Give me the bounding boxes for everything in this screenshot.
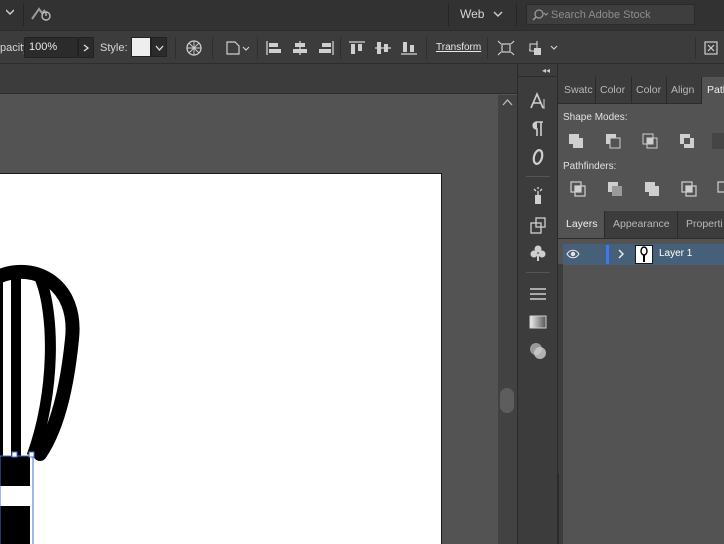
- divider: [426, 37, 427, 59]
- document-tab-bar: [0, 64, 517, 94]
- opentype-icon[interactable]: [528, 147, 548, 167]
- right-panels: Swatc Color Color Align Path Shape Modes…: [558, 64, 724, 544]
- style-dropdown-button[interactable]: [151, 37, 167, 57]
- tab-align[interactable]: Align: [671, 77, 694, 104]
- workspace-switcher[interactable]: Web: [460, 7, 484, 21]
- artboard[interactable]: [0, 173, 442, 544]
- chevron-down-icon: [155, 45, 164, 51]
- align-vertical-center-icon[interactable]: [374, 40, 392, 56]
- layer-row[interactable]: Layer 1: [563, 244, 724, 265]
- align-top-icon[interactable]: [348, 40, 366, 56]
- divider: [631, 77, 632, 104]
- tab-color-guide[interactable]: Color: [636, 77, 661, 104]
- adobe-stock-search-input[interactable]: Search Adobe Stock: [526, 4, 695, 25]
- scroll-up-icon[interactable]: [502, 99, 513, 107]
- minus-front-icon[interactable]: [605, 133, 621, 149]
- chevron-down-icon[interactable]: [6, 8, 14, 16]
- tab-color[interactable]: Color: [600, 77, 625, 104]
- divider: [23, 4, 24, 26]
- divider: [257, 37, 258, 59]
- tab-pathfinder[interactable]: Path: [702, 77, 724, 104]
- control-bar: pacity: 100% Style: Transform: [0, 30, 724, 64]
- search-placeholder: Search Adobe Stock: [551, 9, 651, 21]
- divider: [487, 37, 488, 59]
- character-icon[interactable]: [528, 91, 548, 111]
- layer-color-indicator: [606, 245, 609, 264]
- divider: [340, 37, 341, 59]
- expand-button-icon[interactable]: [710, 133, 724, 149]
- stroke-lines-icon[interactable]: [528, 284, 548, 304]
- canvas[interactable]: [0, 95, 498, 544]
- intersect-icon[interactable]: [642, 133, 658, 149]
- recolor-artwork-icon[interactable]: [185, 40, 203, 56]
- layer-name[interactable]: Layer 1: [659, 248, 692, 259]
- tab-swatches[interactable]: Swatc: [564, 77, 593, 104]
- divider: [677, 211, 678, 238]
- panel-edge-line: [558, 474, 559, 544]
- paragraph-icon[interactable]: [528, 119, 548, 139]
- whisk-artwork[interactable]: [0, 174, 442, 544]
- tab-properties[interactable]: Properti: [686, 211, 723, 238]
- tab-layers[interactable]: Layers: [558, 211, 604, 238]
- application-bar: Web Search Adobe Stock: [0, 0, 724, 30]
- panel-icon-dock: ◂◂: [517, 64, 559, 544]
- puppet-warp-icon[interactable]: [527, 40, 561, 56]
- align-horizontal-center-icon[interactable]: [291, 40, 309, 56]
- divider: [526, 272, 550, 273]
- more-options-icon[interactable]: [703, 40, 721, 56]
- divide-icon[interactable]: [570, 181, 586, 197]
- whisk-thumbnail-icon: [640, 246, 648, 262]
- merge-icon[interactable]: [644, 181, 660, 197]
- collapse-dock-icon[interactable]: ◂◂: [542, 66, 550, 75]
- divider: [448, 4, 449, 26]
- transform-icon[interactable]: [528, 215, 548, 235]
- unite-icon[interactable]: [568, 133, 584, 149]
- divider: [175, 37, 176, 59]
- scrollbar-thumb[interactable]: [500, 388, 514, 413]
- crop-icon[interactable]: [681, 181, 697, 197]
- panel-dock-header: [558, 64, 724, 77]
- isolate-icon[interactable]: [497, 40, 515, 56]
- style-label: Style:: [100, 42, 128, 54]
- visibility-eye-icon[interactable]: [566, 248, 580, 260]
- symbols-sprayer-icon[interactable]: [528, 186, 548, 206]
- tab-appearance[interactable]: Appearance: [613, 211, 670, 238]
- search-icon: [532, 9, 549, 21]
- vertical-scrollbar[interactable]: [498, 95, 517, 544]
- chevron-right-icon[interactable]: [617, 249, 625, 259]
- opacity-input[interactable]: 100%: [24, 37, 78, 58]
- divider: [212, 37, 213, 59]
- chevron-right-icon: [83, 44, 89, 52]
- transparency-icon[interactable]: [528, 341, 548, 361]
- layer-thumbnail: [635, 245, 653, 264]
- transform-link[interactable]: Transform: [436, 42, 481, 53]
- gradient-icon[interactable]: [528, 312, 548, 332]
- shape-modes-label: Shape Modes:: [563, 112, 628, 123]
- pathfinder-panel-tabs: Swatc Color Color Align Path: [558, 77, 724, 104]
- transform-shape-icon[interactable]: [225, 40, 251, 56]
- opacity-dropdown-button[interactable]: [78, 37, 94, 58]
- chevron-down-icon[interactable]: [493, 10, 503, 18]
- align-bottom-icon[interactable]: [400, 40, 418, 56]
- outline-icon[interactable]: [716, 181, 724, 197]
- divider: [518, 76, 559, 77]
- layers-panel-tabs: Layers Appearance Properti: [558, 211, 724, 239]
- divider: [666, 77, 667, 104]
- align-right-icon[interactable]: [317, 40, 335, 56]
- exclude-icon[interactable]: [679, 133, 695, 149]
- divider: [695, 37, 696, 59]
- trim-icon[interactable]: [607, 181, 623, 197]
- divider: [526, 176, 550, 177]
- gpu-performance-icon[interactable]: [30, 5, 52, 23]
- pathfinders-label: Pathfinders:: [563, 161, 617, 172]
- divider: [604, 211, 605, 238]
- align-left-icon[interactable]: [265, 40, 283, 56]
- club-symbol-icon[interactable]: [528, 243, 548, 263]
- graphic-style-swatch[interactable]: [131, 37, 151, 57]
- pathfinder-panel: Shape Modes: Pathfinders:: [558, 104, 724, 208]
- divider: [595, 77, 596, 104]
- divider: [516, 4, 517, 26]
